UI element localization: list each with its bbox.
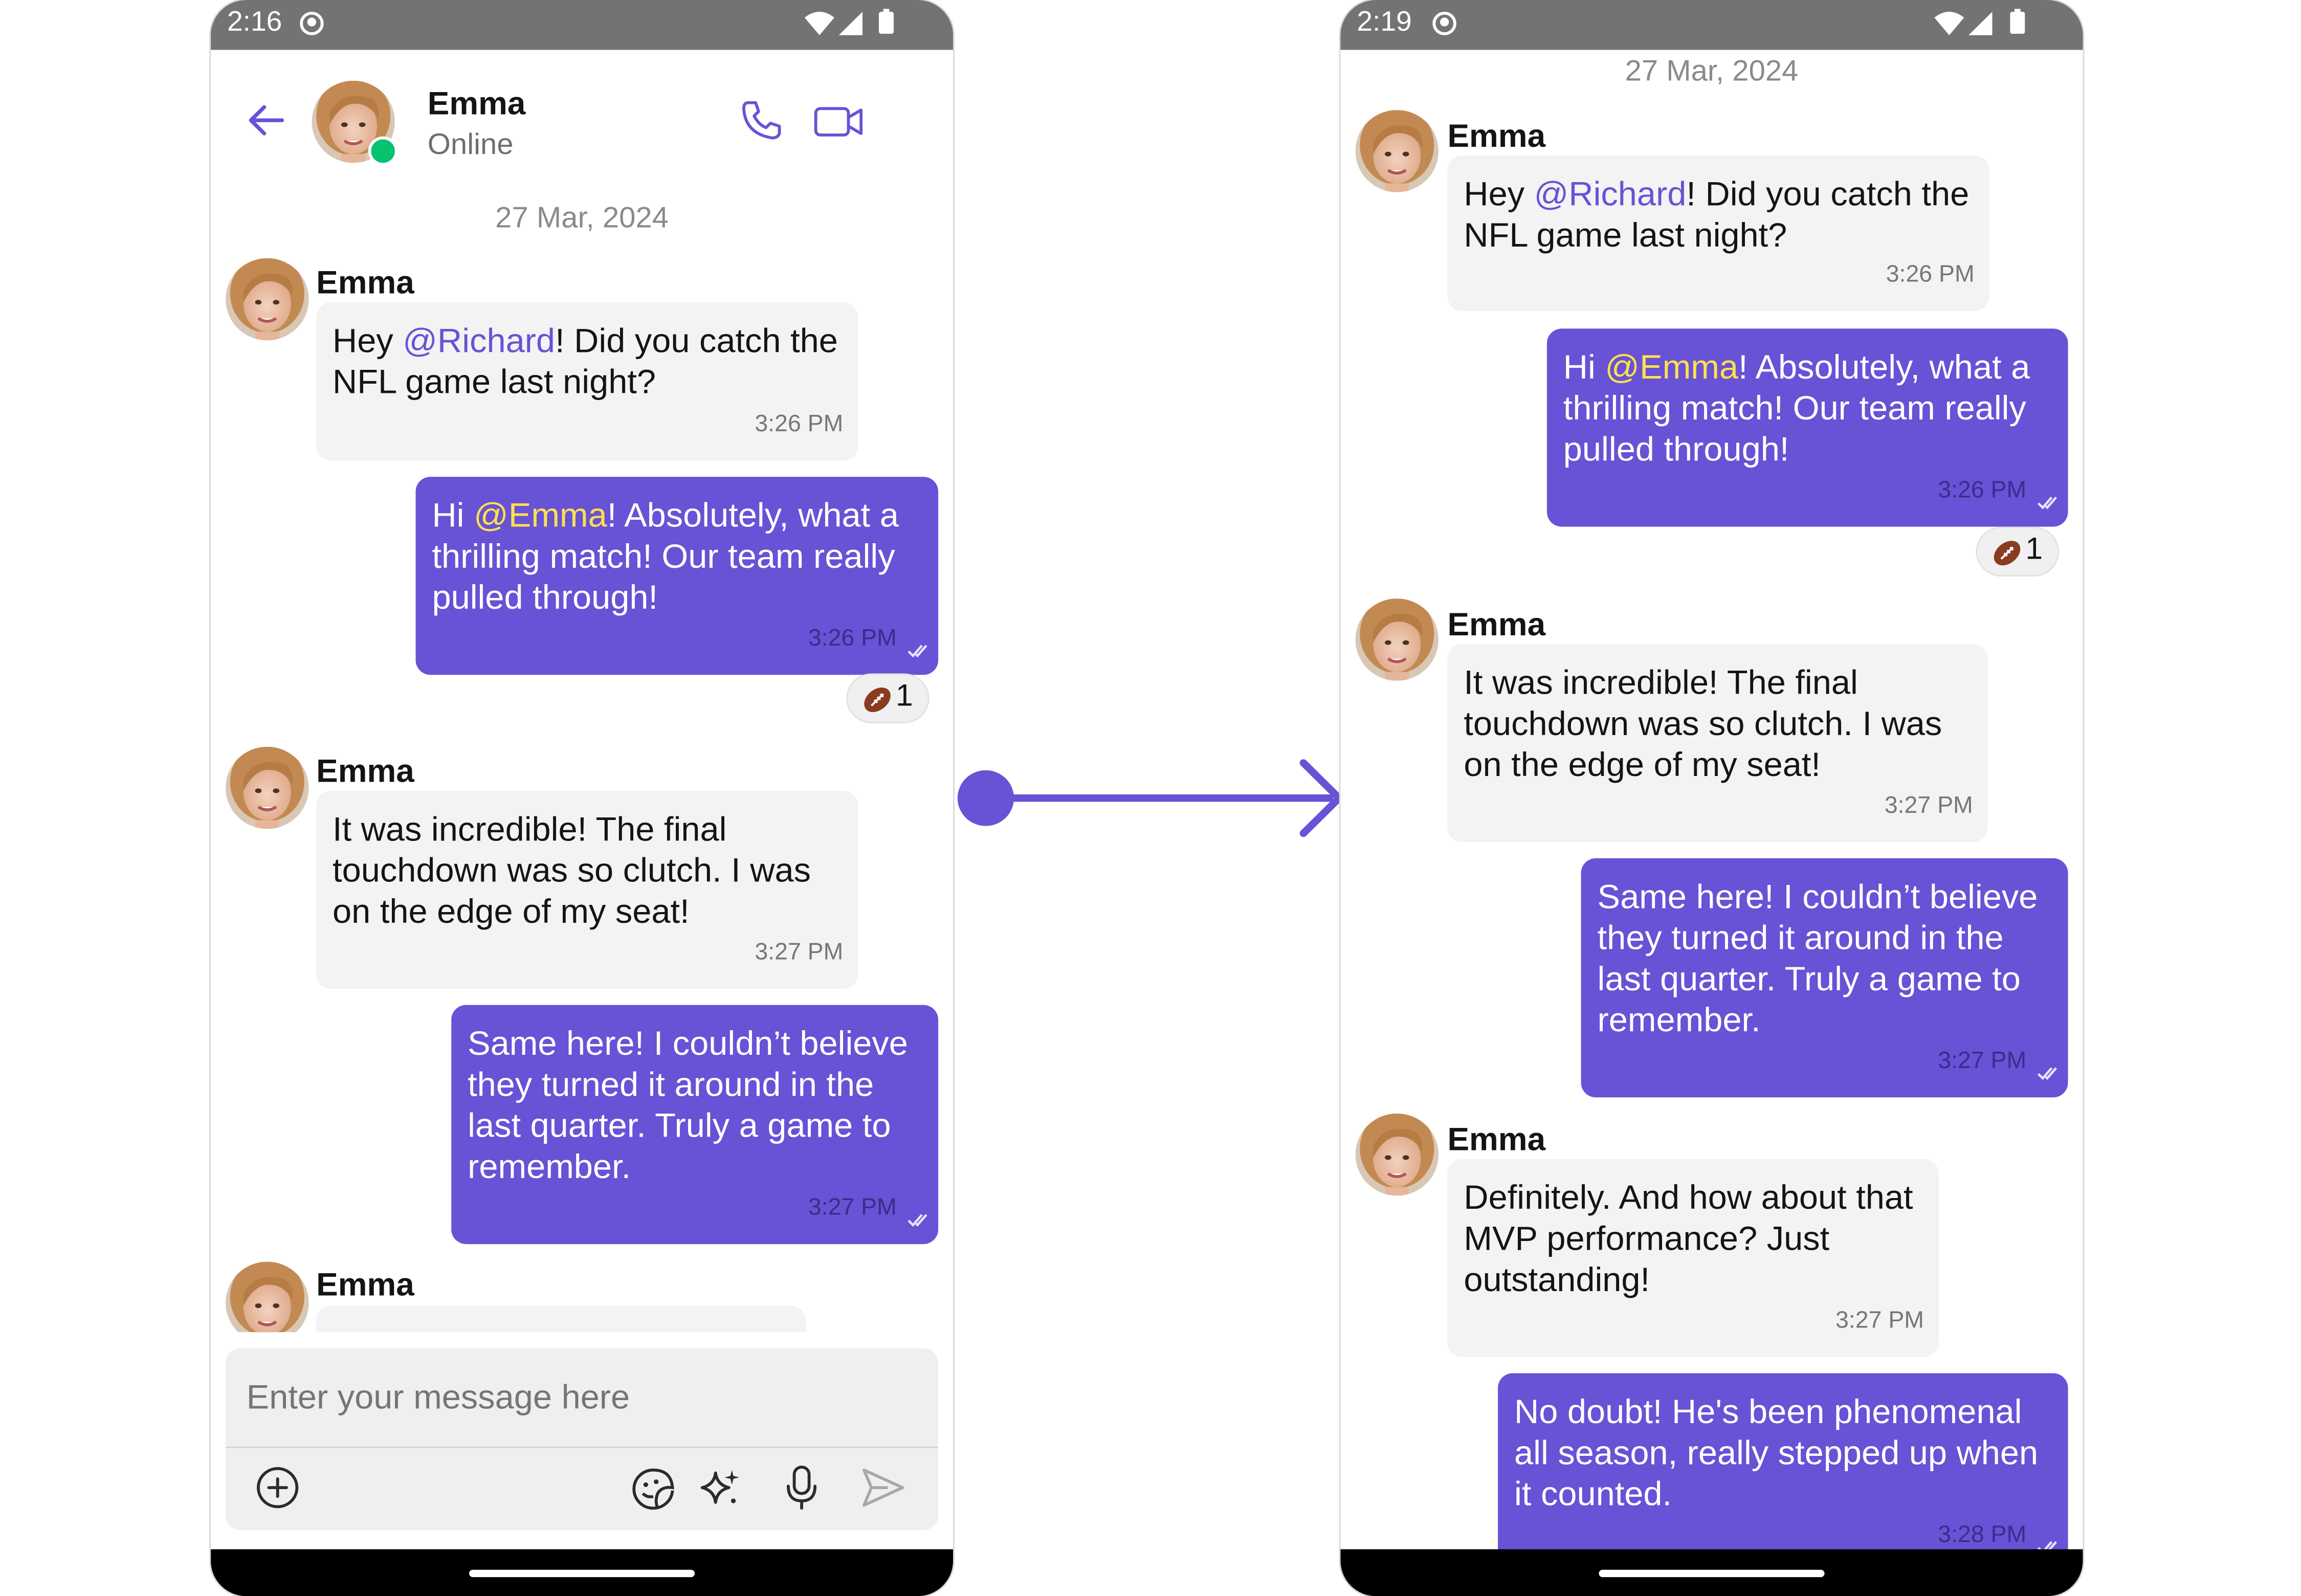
app-notification-icon xyxy=(300,12,323,35)
chat-header: Emma Online xyxy=(211,50,953,197)
home-indicator[interactable] xyxy=(469,1569,695,1578)
message-time: 3:27 PM xyxy=(1835,1309,1924,1334)
message-text: Same here! I couldn’t believe they turne… xyxy=(468,1024,908,1186)
transition-arrow xyxy=(957,759,1343,837)
sender-name: Emma xyxy=(1447,117,1546,154)
system-navigation-bar xyxy=(1340,1549,2083,1596)
outgoing-message[interactable]: No doubt! He's been phenomenal all seaso… xyxy=(1498,1373,2068,1571)
message-text: No doubt! He's been phenomenal all seaso… xyxy=(1514,1392,2039,1513)
date-separator: 27 Mar, 2024 xyxy=(1625,55,1799,88)
mention[interactable]: @Emma xyxy=(1605,348,1738,386)
message-text: Hi @Emma! Absolutely, what a thrilling m… xyxy=(1563,347,2030,468)
reaction-count: 1 xyxy=(2025,533,2043,567)
sender-name: Emma xyxy=(316,752,414,789)
message-text: Definitely. And how about that MVP perfo… xyxy=(1464,1178,1913,1299)
incoming-message[interactable]: Hey @Richard! Did you catch the NFL game… xyxy=(316,302,858,461)
status-bar: 2:19 xyxy=(1340,0,2083,50)
incoming-message[interactable] xyxy=(316,1305,806,1333)
cellular-icon xyxy=(838,11,863,35)
message-time: 3:26 PM xyxy=(808,626,897,652)
message-time: 3:27 PM xyxy=(1938,1049,2027,1074)
message-time: 3:26 PM xyxy=(1938,478,2027,503)
sender-name: Emma xyxy=(1447,606,1546,643)
message-text: Hey @Richard! Did you catch the NFL game… xyxy=(333,321,838,401)
online-indicator xyxy=(368,136,398,166)
mention[interactable]: @Richard xyxy=(1534,174,1687,213)
avatar[interactable] xyxy=(1356,598,1439,681)
message-time: 3:27 PM xyxy=(1884,793,1973,819)
sticker-icon[interactable] xyxy=(629,1466,677,1513)
phone-icon[interactable] xyxy=(739,98,784,142)
avatar[interactable] xyxy=(1356,110,1439,192)
incoming-message[interactable]: It was incredible! The final touchdown w… xyxy=(316,790,858,989)
incoming-message[interactable]: It was incredible! The final touchdown w… xyxy=(1447,644,1988,843)
status-time: 2:16 xyxy=(227,7,282,38)
incoming-message[interactable]: Hey @Richard! Did you catch the NFL game… xyxy=(1447,156,1989,312)
wifi-icon xyxy=(804,11,834,35)
sender-name: Emma xyxy=(316,264,414,301)
mention[interactable]: @Emma xyxy=(474,496,607,534)
outgoing-message[interactable]: Hi @Emma! Absolutely, what a thrilling m… xyxy=(1546,328,2068,527)
message-time: 3:26 PM xyxy=(1886,262,1975,288)
status-bar: 2:16 xyxy=(211,0,954,50)
cellular-icon xyxy=(1968,11,1993,35)
right-phone-screen: 2:19 27 Mar, 2024 Emma Hey @Richard! Did… xyxy=(1340,0,2083,1596)
avatar[interactable] xyxy=(1356,1114,1439,1196)
back-arrow-icon[interactable] xyxy=(247,103,285,138)
sender-name: Emma xyxy=(316,1266,414,1303)
message-list-clip: Emma xyxy=(211,1247,953,1333)
outgoing-message[interactable]: Same here! I couldn’t believe they turne… xyxy=(451,1005,939,1245)
contact-name: Emma xyxy=(427,85,526,122)
composer-divider xyxy=(226,1446,939,1448)
avatar[interactable] xyxy=(226,1261,309,1332)
message-text: Hey @Richard! Did you catch the NFL game… xyxy=(1464,174,1970,254)
message-input[interactable] xyxy=(226,1348,939,1447)
sender-name: Emma xyxy=(1447,1121,1546,1158)
message-text: Same here! I couldn’t believe they turne… xyxy=(1597,877,2038,1039)
message-time: 3:27 PM xyxy=(808,1195,897,1221)
battery-icon xyxy=(2010,9,2025,34)
sparkles-icon[interactable] xyxy=(698,1466,742,1510)
outgoing-message[interactable]: Hi @Emma! Absolutely, what a thrilling m… xyxy=(415,477,939,675)
microphone-icon[interactable] xyxy=(781,1464,822,1511)
double-check-icon xyxy=(2037,495,2058,511)
reaction-chip[interactable]: 1 xyxy=(846,673,930,723)
double-check-icon xyxy=(2037,1065,2058,1081)
double-check-icon xyxy=(907,1212,928,1228)
avatar[interactable] xyxy=(226,258,309,341)
send-icon[interactable] xyxy=(861,1467,905,1508)
wifi-icon xyxy=(1934,11,1964,35)
date-separator: 27 Mar, 2024 xyxy=(495,202,669,235)
system-navigation-bar xyxy=(211,1549,954,1596)
contact-status: Online xyxy=(427,129,514,162)
message-time: 3:26 PM xyxy=(755,412,844,437)
avatar[interactable] xyxy=(226,747,309,829)
reaction-chip[interactable]: 1 xyxy=(1976,526,2060,577)
double-check-icon xyxy=(907,642,928,659)
outgoing-message[interactable]: Same here! I couldn’t believe they turne… xyxy=(1581,858,2068,1098)
message-time: 3:27 PM xyxy=(755,940,844,966)
incoming-message[interactable]: Definitely. And how about that MVP perfo… xyxy=(1447,1159,1939,1357)
status-time: 2:19 xyxy=(1357,7,1412,38)
plus-circle-icon[interactable] xyxy=(255,1466,300,1510)
mention[interactable]: @Richard xyxy=(403,321,555,360)
home-indicator[interactable] xyxy=(1599,1569,1825,1578)
message-text: It was incredible! The final touchdown w… xyxy=(333,810,811,930)
message-text: Hi @Emma! Absolutely, what a thrilling m… xyxy=(432,496,899,616)
american-football-icon xyxy=(1991,537,2024,569)
left-phone-screen: 2:16 Emma Online 27 Mar, 2024 Emma Hey @… xyxy=(211,0,954,1596)
message-text: It was incredible! The final touchdown w… xyxy=(1464,663,1942,784)
reaction-count: 1 xyxy=(895,679,913,713)
app-notification-icon xyxy=(1432,12,1456,35)
battery-icon xyxy=(878,9,894,34)
message-composer xyxy=(226,1348,939,1531)
video-camera-icon[interactable] xyxy=(813,105,864,138)
american-football-icon xyxy=(861,683,894,716)
